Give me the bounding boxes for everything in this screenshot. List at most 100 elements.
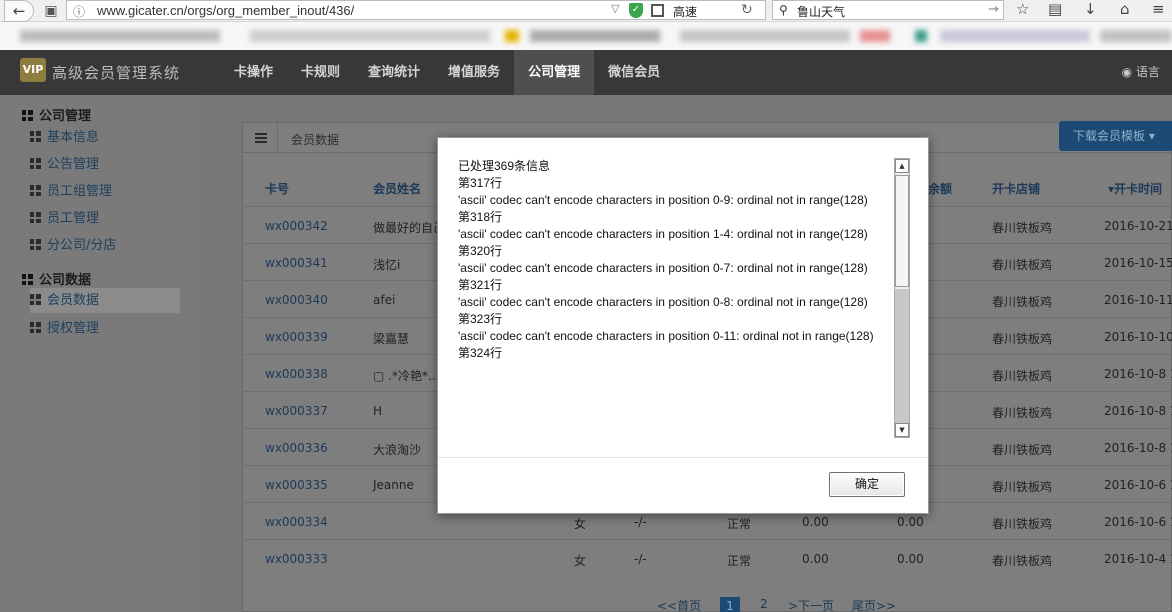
message-scroll-area[interactable]: 已处理369条信息 第317行 'ascii' codec can't enco… — [456, 158, 910, 438]
col-header-balance[interactable]: 余额 — [928, 180, 952, 197]
scroll-thumb[interactable] — [895, 175, 909, 287]
search-go-icon[interactable]: → — [988, 2, 999, 17]
bookmarks-library-icon[interactable]: ▤ — [1048, 0, 1062, 18]
store-name: 春川铁板鸡 — [992, 332, 1053, 346]
page-2-link[interactable]: 2 — [760, 597, 768, 611]
bookmark-star-icon[interactable]: ☆ — [1016, 0, 1029, 18]
back-arrow-icon[interactable]: ← — [4, 0, 34, 22]
sidebar-item-label: 员工组管理 — [47, 184, 113, 199]
store-name: 春川铁板鸡 — [992, 554, 1053, 568]
search-input[interactable]: 鲁山天气 — [797, 3, 845, 20]
gender: 女 — [574, 554, 587, 568]
nav-statistics[interactable]: 查询统计 — [354, 50, 434, 95]
url-dropdown-icon[interactable]: ▽ — [611, 2, 619, 15]
open-date: 2016-10-10 — [1104, 330, 1172, 344]
first-page-link[interactable]: <<首页 — [657, 597, 701, 612]
open-date: 2016-10-11 — [1104, 293, 1172, 307]
member-name: 浅忆i — [373, 258, 401, 272]
download-template-button[interactable]: 下载会员模板 ▾ — [1059, 121, 1172, 151]
grid-icon — [22, 110, 33, 121]
grid-icon — [30, 212, 41, 223]
value-1: 0.00 — [802, 552, 829, 566]
nav-company-management[interactable]: 公司管理 — [514, 50, 595, 95]
card-link[interactable]: wx000342 — [265, 219, 328, 233]
current-page[interactable]: 1 — [720, 597, 740, 612]
message-scrollbar[interactable]: ▲ ▼ — [894, 158, 910, 438]
language-label: 语言 — [1135, 65, 1160, 79]
scroll-up-arrow-icon[interactable]: ▲ — [895, 159, 909, 173]
open-date: 2016-10-21 — [1104, 219, 1172, 233]
sidebar-item-staff-groups[interactable]: 员工组管理 — [30, 179, 180, 204]
member-name: Jeanne — [373, 478, 414, 492]
card-link[interactable]: wx000336 — [265, 441, 328, 455]
home-tab-icon[interactable]: ▣ — [36, 0, 66, 22]
sidebar-group-company: 公司管理 — [22, 105, 91, 124]
card-link[interactable]: wx000333 — [265, 552, 328, 566]
shield-icon[interactable]: ✓ — [629, 3, 643, 18]
refresh-icon[interactable]: ↻ — [741, 2, 753, 18]
button-label: 下载会员模板 — [1073, 129, 1146, 143]
col-header-open-time[interactable]: ▾开卡时间 — [1108, 180, 1162, 197]
bookmark-blur — [680, 30, 850, 42]
next-page-link[interactable]: >下一页 — [788, 597, 834, 612]
value-2: 0.00 — [897, 515, 924, 529]
store-name: 春川铁板鸡 — [992, 517, 1053, 531]
nav-card-rules[interactable]: 卡规则 — [287, 50, 354, 95]
qr-code-icon[interactable] — [651, 4, 664, 17]
card-link[interactable]: wx000334 — [265, 515, 328, 529]
card-link[interactable]: wx000335 — [265, 478, 328, 492]
bookmark-blur — [505, 30, 519, 42]
table-row: wx000333 女 -/- 正常 0.00 0.00 春川铁板鸡 2016-1… — [242, 539, 1172, 576]
browser-search-box[interactable]: ⚲ 鲁山天气 → — [772, 0, 1004, 20]
open-date: 2016-10-6 1 — [1104, 515, 1172, 529]
sidebar-item-label: 授权管理 — [47, 321, 100, 336]
card-link[interactable]: wx000339 — [265, 330, 328, 344]
sidebar-item-branches[interactable]: 分公司/分店 — [30, 233, 180, 258]
sidebar-item-authorization[interactable]: 授权管理 — [30, 316, 180, 341]
gender: 女 — [574, 517, 587, 531]
ok-button[interactable]: 确定 — [829, 472, 905, 497]
grid-icon — [30, 158, 41, 169]
last-page-link[interactable]: 尾页>> — [852, 597, 896, 612]
home-icon[interactable]: ⌂ — [1120, 0, 1130, 18]
col-header-card-no[interactable]: 卡号 — [265, 180, 289, 197]
bookmark-blur — [860, 30, 890, 42]
value-2: 0.00 — [897, 552, 924, 566]
col-header-store[interactable]: 开卡店铺 — [992, 180, 1040, 197]
sidebar: 公司管理 基本信息 公告管理 员工组管理 员工管理 分公司/分店 公司数据 会员… — [0, 95, 200, 612]
download-icon[interactable]: ↓ — [1084, 0, 1097, 18]
menu-icon[interactable]: ≡ — [1152, 0, 1165, 18]
app-title: 高级会员管理系统 — [52, 64, 181, 82]
card-link[interactable]: wx000340 — [265, 293, 328, 307]
address-bar[interactable]: ⓘ www.gicater.cn/orgs/org_member_inout/4… — [66, 0, 766, 20]
nav-card-operations[interactable]: 卡操作 — [220, 50, 287, 95]
member-name: afei — [373, 293, 396, 307]
bookmark-blur — [940, 30, 1090, 42]
open-date: 2016-10-15 — [1104, 256, 1172, 270]
sidebar-item-member-data[interactable]: 会员数据 — [30, 288, 180, 313]
sidebar-item-staff[interactable]: 员工管理 — [30, 206, 180, 231]
nav-value-added[interactable]: 增值服务 — [434, 50, 514, 95]
card-link[interactable]: wx000337 — [265, 404, 328, 418]
store-name: 春川铁板鸡 — [992, 443, 1053, 457]
card-link[interactable]: wx000341 — [265, 256, 328, 270]
store-name: 春川铁板鸡 — [992, 480, 1053, 494]
phone: -/- — [634, 552, 647, 566]
sidebar-item-basic-info[interactable]: 基本信息 — [30, 125, 180, 150]
phone: -/- — [634, 515, 647, 529]
language-menu[interactable]: ◉ 语言 — [1122, 50, 1160, 95]
vip-logo: VIP — [20, 58, 46, 82]
globe-icon: ◉ — [1121, 65, 1133, 79]
sidebar-group-company-data: 公司数据 — [22, 269, 91, 288]
grid-icon — [30, 185, 41, 196]
scroll-down-arrow-icon[interactable]: ▼ — [895, 423, 909, 437]
scroll-track[interactable] — [895, 289, 909, 423]
speed-mode-label[interactable]: 高速 — [673, 3, 697, 20]
card-link[interactable]: wx000338 — [265, 367, 328, 381]
sidebar-item-label: 分公司/分店 — [47, 238, 117, 253]
sidebar-item-announcements[interactable]: 公告管理 — [30, 152, 180, 177]
info-icon[interactable]: ⓘ — [73, 3, 85, 20]
col-header-member-name[interactable]: 会员姓名 — [373, 180, 421, 197]
divider — [277, 123, 278, 153]
nav-wechat-members[interactable]: 微信会员 — [594, 50, 674, 95]
